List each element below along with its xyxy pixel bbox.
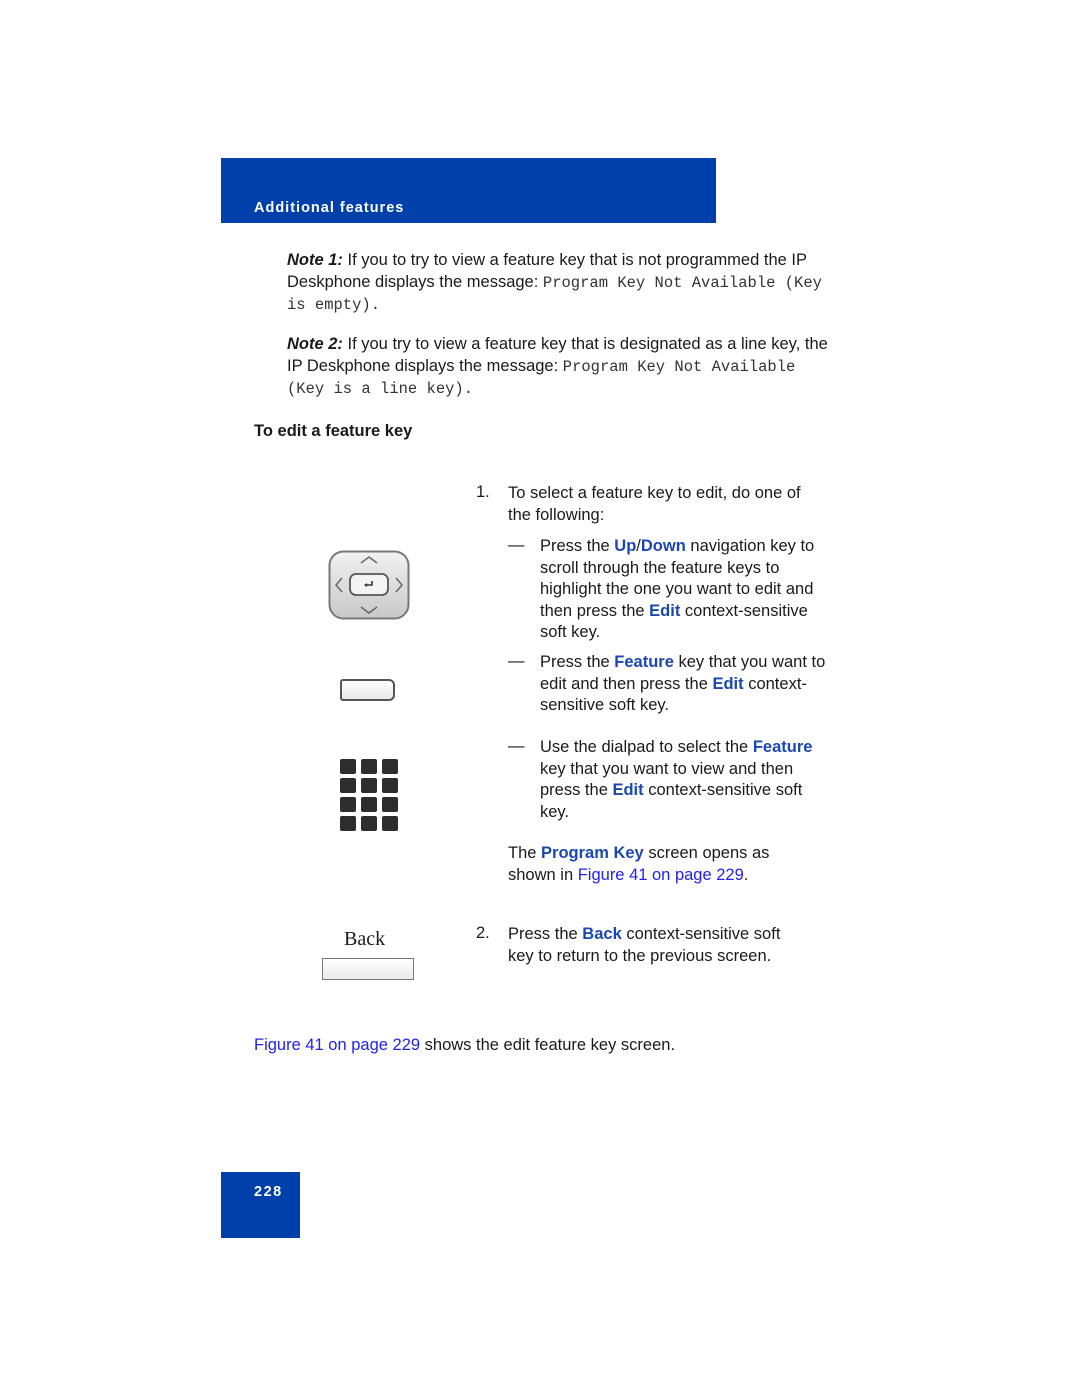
back-soft-key-icon: [322, 958, 414, 980]
option-feature-key: Press the Feature key that you want to e…: [540, 653, 826, 714]
option-dash: —: [508, 652, 525, 670]
option-dash: —: [508, 536, 525, 554]
dialpad-key: [361, 816, 377, 831]
section-header-bar: Additional features: [221, 158, 716, 223]
dialpad-icon: [340, 759, 398, 833]
figure-link[interactable]: Figure 41 on page 229: [254, 1036, 420, 1054]
page-number-box: 228: [221, 1172, 300, 1238]
note-label: Note 2:: [287, 335, 343, 353]
note-label: Note 1:: [287, 251, 343, 269]
back-key-label: Back: [344, 928, 386, 950]
note-1: Note 1: If you to try to view a feature …: [287, 251, 822, 314]
dialpad-key: [361, 778, 377, 793]
dialpad-key: [340, 816, 356, 831]
section-title: Additional features: [254, 200, 405, 216]
dialpad-key: [361, 797, 377, 812]
dialpad-key: [340, 797, 356, 812]
dialpad-key: [361, 759, 377, 774]
step-number: 1.: [476, 483, 490, 501]
step-2-text: Press the Back context-sensitive soft ke…: [508, 925, 781, 965]
step-1-text: To select a feature key to edit, do one …: [508, 484, 801, 524]
feature-key-icon: [340, 679, 395, 701]
dialpad-key: [382, 778, 398, 793]
step-1-result: The Program Key screen opens as shown in…: [508, 844, 770, 884]
procedure-heading: To edit a feature key: [254, 422, 413, 440]
option-navigation-key: Press the Up/Down navigation key to scro…: [540, 537, 815, 641]
dialpad-key: [382, 816, 398, 831]
note-2: Note 2: If you try to view a feature key…: [287, 335, 828, 398]
dialpad-key: [340, 759, 356, 774]
figure-reference: Figure 41 on page 229 shows the edit fea…: [254, 1036, 676, 1054]
dialpad-key: [382, 797, 398, 812]
page-number: 228: [254, 1184, 283, 1200]
option-dash: —: [508, 737, 525, 755]
option-dialpad: Use the dialpad to select the Feature ke…: [540, 738, 813, 821]
figure-link[interactable]: Figure 41 on page 229: [578, 866, 744, 884]
step-number: 2.: [476, 924, 490, 942]
dialpad-key: [382, 759, 398, 774]
navigation-key-icon: [328, 550, 410, 620]
dialpad-key: [340, 778, 356, 793]
